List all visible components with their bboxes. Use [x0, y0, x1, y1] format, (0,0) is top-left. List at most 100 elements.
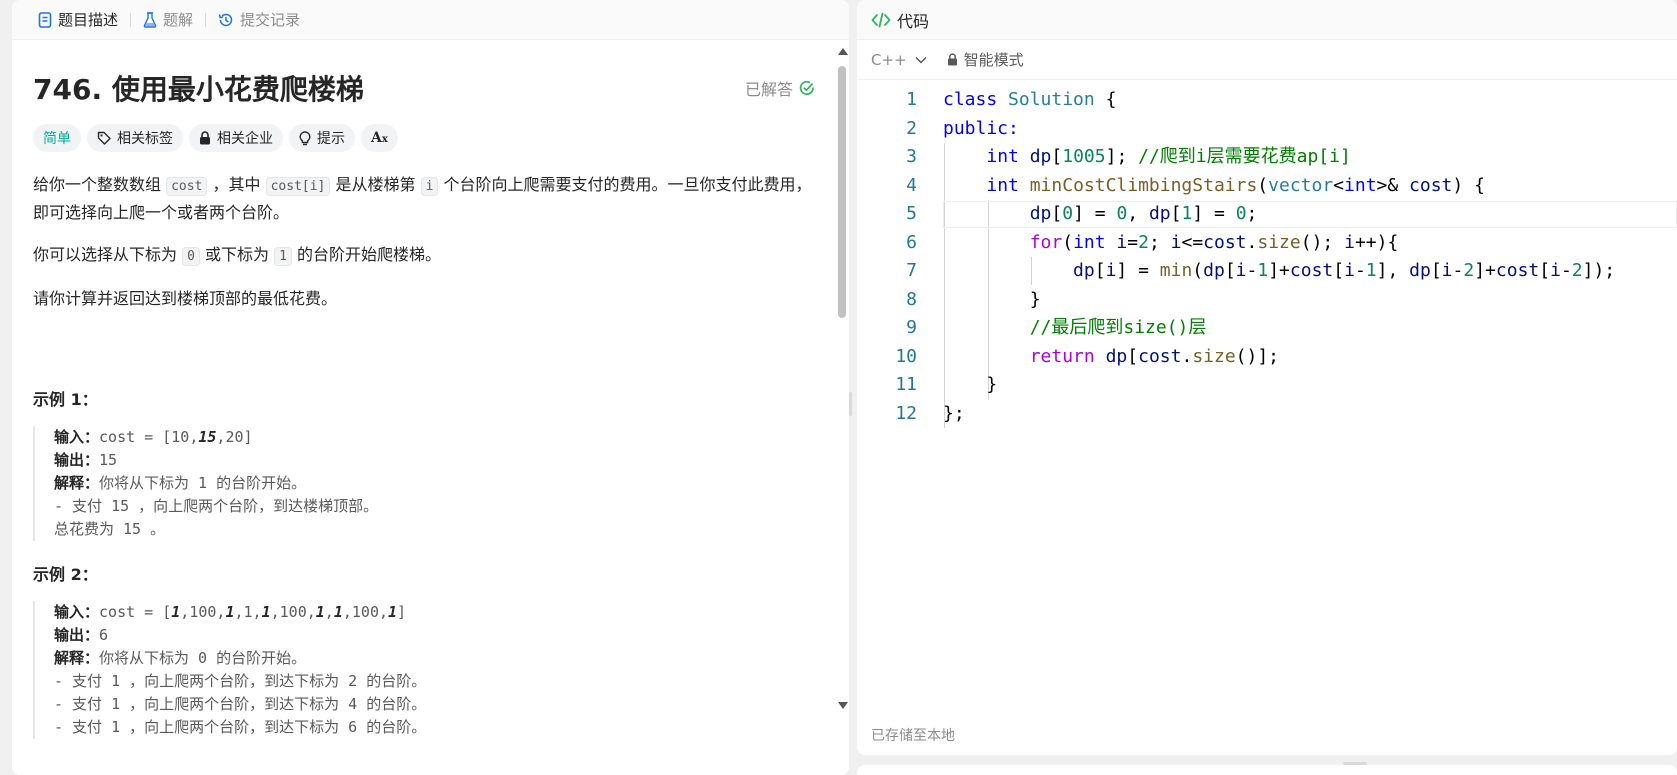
- leetcode-app: 题目描述 题解 提交记录 746. 使用最小花费爬楼梯 已解答 简单 相关标签 …: [0, 0, 1677, 775]
- tag-icon: [97, 131, 111, 145]
- tab-divider: [205, 12, 207, 27]
- example-explain: 解释：你将从下标为 0 的台阶开始。: [54, 647, 815, 670]
- explain-line: 总花费为 15 。: [54, 520, 166, 538]
- explain-line: - 支付 1 ，向上爬两个台阶，到达下标为 4 的台阶。: [54, 695, 427, 713]
- code-text: dp[0] = 0, dp[1] = 0;: [1029, 203, 1258, 224]
- smart-mode-label: 智能模式: [963, 51, 1024, 69]
- code-line: 2 public:: [857, 115, 1677, 144]
- code-panel-header: 代码: [857, 0, 1677, 40]
- tab-description[interactable]: 题目描述: [30, 0, 126, 40]
- desc-text: 给你一个整数数组: [33, 175, 167, 194]
- solved-status: 已解答: [745, 76, 815, 100]
- line-number: 2: [906, 117, 917, 139]
- example-output: 输出：6: [54, 624, 815, 647]
- code-text: }: [943, 288, 1041, 310]
- code-icon: [871, 12, 891, 28]
- smart-mode-toggle[interactable]: 智能模式: [947, 49, 1024, 70]
- editor-toolbar: C++ 智能模式: [857, 40, 1677, 80]
- difficulty-label: 简单: [43, 131, 71, 147]
- code-line: 7 dp[i] = min(dp[i-1]+cost[i-1], dp[i-2]…: [857, 257, 1677, 286]
- line-number: 4: [906, 174, 917, 196]
- example-block: 输入：cost = [10,15,20] 输出：15 解释：你将从下标为 1 的…: [33, 426, 815, 541]
- translate-icon: Ax: [371, 130, 388, 146]
- code-line: 9 //最后爬到size()层: [857, 314, 1677, 343]
- solved-status-label: 已解答: [744, 80, 793, 99]
- desc-text: ，其中: [207, 175, 266, 194]
- problem-tabs: 题目描述 题解 提交记录: [12, 0, 849, 40]
- explain-line: - 支付 15 ，向上爬两个台阶，到达楼梯顶部。: [54, 497, 379, 515]
- code-editor[interactable]: 1 class Solution { 2 public: 3 int dp[1005…: [857, 86, 1677, 429]
- code-line: 3 int dp[1005]; //爬到i层需要花费ap[i]: [857, 143, 1677, 172]
- input-label: 输入：: [54, 428, 100, 446]
- tab-solutions[interactable]: 题解: [135, 0, 201, 40]
- explain-text: 你将从下标为 0 的台阶开始。: [99, 649, 307, 667]
- output-label: 输出：: [54, 451, 100, 469]
- explain-line: - 支付 1 ，向上爬两个台阶，到达下标为 6 的台阶。: [54, 718, 427, 736]
- code-text: public:: [943, 117, 1019, 139]
- check-circle-icon: [799, 80, 815, 96]
- panel-resize-handle[interactable]: [849, 392, 852, 416]
- problem-description: 给你一个整数数组 cost ，其中 cost[i] 是从楼梯第 i 个台阶向上爬…: [33, 172, 815, 312]
- language-label: C++: [871, 50, 907, 69]
- tab-description-label: 题目描述: [58, 11, 119, 29]
- example-explain: 解释：你将从下标为 1 的台阶开始。: [54, 472, 815, 495]
- line-number: 11: [895, 374, 917, 395]
- explain-label: 解释：: [54, 649, 100, 667]
- line-number: 7: [906, 260, 917, 281]
- related-companies-button[interactable]: 相关企业: [189, 124, 283, 152]
- language-select[interactable]: C++: [871, 51, 927, 69]
- inline-code: cost[i]: [265, 177, 331, 196]
- lock-icon: [947, 53, 958, 66]
- lock-icon: [199, 131, 211, 145]
- input-label: 输入：: [54, 603, 100, 621]
- code-text: int dp[1005]; //爬到i层需要花费ap[i]: [986, 146, 1351, 167]
- code-text: int minCostClimbingStairs(vector<int>& c…: [986, 174, 1485, 196]
- difficulty-badge: 简单: [33, 124, 81, 152]
- explain-line: - 支付 1 ，向上爬两个台阶，到达下标为 2 的台阶。: [54, 672, 427, 690]
- translate-button[interactable]: Ax: [361, 124, 398, 152]
- example-block: 输入：cost = [1,100,1,1,1,100,1,1,100,1] 输出…: [33, 601, 815, 739]
- tab-submissions-label: 提交记录: [240, 11, 301, 29]
- tab-divider: [130, 12, 132, 27]
- desc-text: 你可以选择从下标为: [33, 245, 183, 264]
- scroll-down-arrow-icon[interactable]: [838, 702, 848, 709]
- bottom-resize-handle[interactable]: [1343, 762, 1367, 765]
- output-label: 输出：: [54, 626, 100, 644]
- code-text: for(int i=2; i<=cost.size(); i++){: [1029, 231, 1399, 253]
- output-value: 15: [99, 451, 118, 469]
- scrollbar-thumb[interactable]: [838, 66, 846, 318]
- related-companies-label: 相关企业: [217, 131, 273, 147]
- line-number: 5: [906, 203, 917, 224]
- line-number: 1: [906, 89, 917, 110]
- code-panel-title: 代码: [897, 11, 930, 31]
- code-line: 11 }: [857, 371, 1677, 400]
- desc-text: 或下标为: [199, 245, 275, 264]
- example-title: 示例 2：: [33, 565, 98, 584]
- tab-submissions[interactable]: 提交记录: [210, 0, 308, 40]
- example-output: 输出：15: [54, 449, 815, 472]
- line-number: 10: [895, 345, 917, 367]
- code-text: return dp[cost.size()];: [1029, 345, 1280, 367]
- description-paragraph: 请你计算并返回达到楼梯顶部的最低花费。: [33, 289, 338, 308]
- problem-content: 746. 使用最小花费爬楼梯 已解答 简单 相关标签 相关企业 提示 Ax 给你…: [12, 40, 835, 775]
- code-text: //最后爬到size()层: [1029, 317, 1207, 338]
- code-line: 12};: [857, 400, 1677, 429]
- output-value: 6: [99, 626, 109, 644]
- inline-code: cost: [166, 177, 208, 196]
- scroll-up-arrow-icon[interactable]: [838, 48, 848, 55]
- desc-text: 的台阶开始爬楼梯。: [291, 245, 442, 264]
- desc-text: 是从楼梯第: [330, 175, 421, 194]
- history-icon: [218, 12, 234, 28]
- code-line-current: 5 dp[0] = 0, dp[1] = 0;: [857, 200, 1677, 229]
- related-tags-button[interactable]: 相关标签: [87, 124, 183, 152]
- explain-label: 解释：: [54, 474, 100, 492]
- tag-list: 简单 相关标签 相关企业 提示 Ax: [33, 124, 815, 152]
- example-title: 示例 1：: [33, 390, 98, 409]
- code-panel: 代码 C++ 智能模式 1 class Solution { 2 public:: [857, 0, 1677, 755]
- code-line: 4 int minCostClimbingStairs(vector<int>&…: [857, 172, 1677, 201]
- description-scrollbar[interactable]: [835, 40, 849, 775]
- hint-button[interactable]: 提示: [289, 124, 355, 152]
- bulb-icon: [299, 130, 311, 146]
- line-number: 8: [906, 288, 917, 310]
- line-number: 12: [895, 402, 917, 424]
